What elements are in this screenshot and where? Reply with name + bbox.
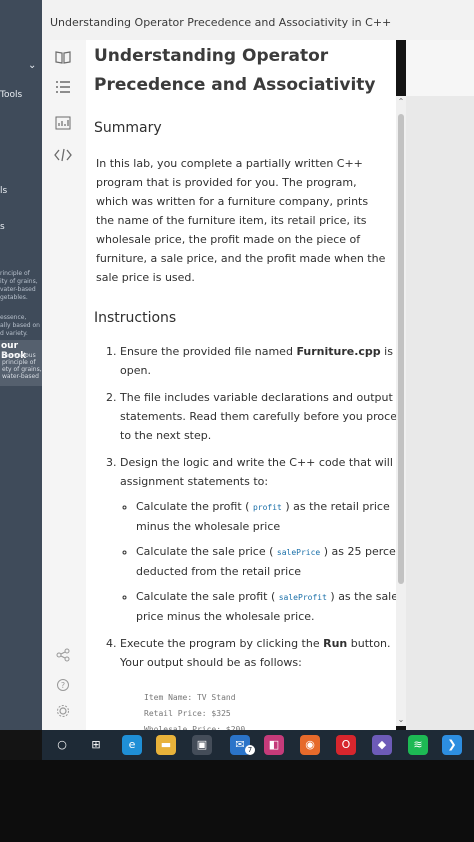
monitor-bezel xyxy=(0,760,474,842)
instruction-step: Execute the program by clicking the Run … xyxy=(120,634,396,672)
opera-icon[interactable]: O xyxy=(336,735,356,755)
tool-icon-column: ? xyxy=(42,40,86,730)
left-sidebar-panel: ⌄ Tools ls s rinciple of ity of grains, … xyxy=(0,0,42,730)
right-panel-header xyxy=(406,40,474,96)
firefox-icon[interactable]: ◉ xyxy=(300,735,320,755)
code-sale-price: salePrice xyxy=(276,548,321,557)
vscode-icon[interactable]: ❯ xyxy=(442,735,462,755)
share-icon[interactable] xyxy=(52,648,74,668)
spotify-icon[interactable]: ≋ xyxy=(408,735,428,755)
svg-text:?: ? xyxy=(61,681,65,690)
instruction-step: Ensure the provided file named Furniture… xyxy=(120,342,396,380)
book-text: the various principle of ety of grains, … xyxy=(2,352,42,380)
grade-icon[interactable] xyxy=(52,116,74,136)
panel-fragment: s xyxy=(0,222,5,232)
instruction-step: Design the logic and write the C++ code … xyxy=(120,453,396,626)
list-icon[interactable] xyxy=(52,80,74,100)
file-name: Furniture.cpp xyxy=(296,345,381,358)
book-icon[interactable] xyxy=(52,50,74,70)
run-keyword: Run xyxy=(323,637,348,650)
window-title-bar: Understanding Operator Precedence and As… xyxy=(42,0,474,40)
code-icon[interactable] xyxy=(52,148,74,168)
sub-step: Calculate the profit ( profit ) as the r… xyxy=(136,497,396,536)
tools-label[interactable]: Tools xyxy=(0,90,22,100)
expected-output: Item Name: TV Stand Retail Price: $325 Who… xyxy=(144,693,246,730)
instruction-steps: Ensure the provided file named Furniture… xyxy=(94,342,396,680)
photos-icon[interactable]: ◧ xyxy=(264,735,284,755)
sub-step: Calculate the sale profit ( saleProfit )… xyxy=(136,587,396,626)
chevron-down-icon[interactable]: ⌄ xyxy=(28,60,36,71)
right-panel xyxy=(406,96,474,730)
panel-fragment: ls xyxy=(0,186,8,196)
scroll-down-icon[interactable]: ⌄ xyxy=(396,714,406,726)
code-profit: profit xyxy=(252,503,282,512)
panel-text-block: rinciple of ity of grains, vater-based g… xyxy=(0,270,38,301)
window-title: Understanding Operator Precedence and As… xyxy=(50,16,392,29)
scrollbar-thumb[interactable] xyxy=(398,114,404,584)
file-explorer-icon[interactable]: ▬ xyxy=(156,735,176,755)
start-icon[interactable]: ○ xyxy=(52,735,72,755)
mail-badge: 7 xyxy=(245,745,255,755)
sub-steps: Calculate the profit ( profit ) as the r… xyxy=(120,497,396,626)
lab-content-pane: Understanding Operator Precedence and As… xyxy=(86,40,396,730)
settings-icon[interactable] xyxy=(52,704,74,724)
instructions-heading: Instructions xyxy=(94,310,177,326)
edge-icon[interactable]: e xyxy=(122,735,142,755)
task-view-icon[interactable]: ⊞ xyxy=(86,735,106,755)
help-icon[interactable]: ? xyxy=(52,678,74,698)
store-icon[interactable]: ▣ xyxy=(192,735,212,755)
summary-heading: Summary xyxy=(94,120,162,136)
summary-text: In this lab, you complete a partially wr… xyxy=(96,157,386,284)
instruction-step: The file includes variable declarations … xyxy=(120,388,396,445)
content-scrollbar[interactable]: ⌃ ⌄ xyxy=(396,96,406,726)
scroll-up-icon[interactable]: ⌃ xyxy=(396,96,406,108)
page-title: Understanding Operator Precedence and As… xyxy=(94,46,376,95)
sub-step: Calculate the sale price ( salePrice ) a… xyxy=(136,542,396,581)
panel-text-block: essence, ally based on d variety. xyxy=(0,314,40,337)
windows-taskbar: ○ ⊞ e ▬ ▣ ✉ ◧ ◉ O ◆ ≋ ❯ 7 xyxy=(42,730,474,760)
code-sale-profit: saleProfit xyxy=(278,593,327,602)
app-icon[interactable]: ◆ xyxy=(372,735,392,755)
